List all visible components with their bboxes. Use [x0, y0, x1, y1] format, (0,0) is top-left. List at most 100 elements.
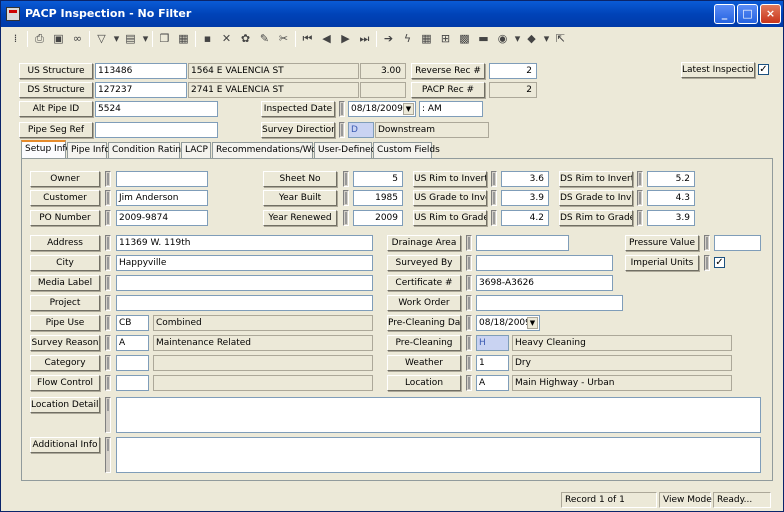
dropdown-arrow-icon[interactable]: ▾	[542, 30, 551, 47]
alt-pipe-id-button[interactable]: Alt Pipe ID	[19, 101, 93, 117]
prev-record-icon[interactable]: ◀	[318, 30, 335, 47]
us-structure-id-field[interactable]: 113486	[95, 63, 187, 79]
next-record-icon[interactable]: ▶	[337, 30, 354, 47]
ds-structure-button[interactable]: DS Structure	[19, 82, 93, 98]
pipe-seg-ref-button[interactable]: Pipe Seg Ref	[19, 122, 93, 138]
globe-icon[interactable]: ◉	[494, 30, 511, 47]
work-order-field[interactable]	[476, 295, 623, 311]
survey-direction-button[interactable]: Survey Direction	[261, 122, 335, 138]
media-label-button[interactable]: Media Label	[30, 275, 100, 291]
tab-condition-ratings[interactable]: Condition Ratings	[108, 142, 192, 158]
copy-icon[interactable]: ❐	[156, 30, 173, 47]
city-field[interactable]: Happyville	[116, 255, 373, 271]
close-button[interactable]: ×	[760, 4, 781, 24]
category-code[interactable]	[116, 355, 149, 371]
us-grade-invert-field[interactable]: 3.9	[501, 190, 549, 206]
video-icon[interactable]: ▬	[475, 30, 492, 47]
ds-rim-grade-field[interactable]: 3.9	[647, 210, 695, 226]
tab-pipe-info[interactable]: Pipe Info	[67, 142, 110, 158]
additional-info-button[interactable]: Additional Info	[30, 437, 100, 453]
dropdown-arrow-icon[interactable]: ▾	[112, 30, 121, 47]
us-rim-grade-field[interactable]: 4.2	[501, 210, 549, 226]
ds-rim-invert-field[interactable]: 5.2	[647, 171, 695, 187]
year-renewed-field[interactable]: 2009	[353, 210, 403, 226]
filter-icon[interactable]: ▽	[93, 30, 110, 47]
location-details-button[interactable]: Location Details	[30, 397, 100, 413]
dropdown-arrow-icon[interactable]: ▾	[141, 30, 150, 47]
project-button[interactable]: Project	[30, 295, 100, 311]
export-icon[interactable]: ⇱	[552, 30, 569, 47]
us-rim-invert-field[interactable]: 3.6	[501, 171, 549, 187]
media-label-field[interactable]	[116, 275, 373, 291]
customer-button[interactable]: Customer	[30, 190, 100, 206]
delete-icon[interactable]: ✕	[218, 30, 235, 47]
weather-code[interactable]: 1	[476, 355, 509, 371]
reverse-rec-button[interactable]: Reverse Rec #	[411, 63, 485, 79]
grid-icon[interactable]: ▦	[418, 30, 435, 47]
dropdown-arrow-icon[interactable]: ▼	[527, 317, 538, 329]
latest-inspection-checkbox[interactable]: ✓	[758, 64, 769, 75]
surveyed-by-button[interactable]: Surveyed By	[387, 255, 461, 271]
dropdown-arrow-icon[interactable]: ▾	[513, 30, 522, 47]
owner-button[interactable]: Owner	[30, 171, 100, 187]
survey-direction-code[interactable]: D	[348, 122, 374, 138]
drainage-area-field[interactable]	[476, 235, 569, 251]
pressure-value-field[interactable]	[714, 235, 761, 251]
pre-cleaning-date-field[interactable]: 08/18/2009 ▼	[476, 315, 540, 331]
image-icon[interactable]: ▩	[456, 30, 473, 47]
structure-icon[interactable]: ⊞	[437, 30, 454, 47]
address-field[interactable]: 11369 W. 119th	[116, 235, 373, 251]
title-bar[interactable]: PACP Inspection - No Filter _ □ ×	[1, 1, 783, 27]
maximize-button[interactable]: □	[737, 4, 758, 24]
preview-icon[interactable]: ▣	[50, 30, 67, 47]
location-button[interactable]: Location	[387, 375, 461, 391]
year-renewed-button[interactable]: Year Renewed	[263, 210, 337, 226]
minimize-button[interactable]: _	[714, 4, 735, 24]
sheet-no-field[interactable]: 5	[353, 171, 403, 187]
pacp-rec-button[interactable]: PACP Rec #	[411, 82, 485, 98]
us-grade-invert-button[interactable]: US Grade to Invert	[413, 190, 487, 206]
customer-field[interactable]: Jim Anderson	[116, 190, 208, 206]
us-structure-button[interactable]: US Structure	[19, 63, 93, 79]
category-button[interactable]: Category	[30, 355, 100, 371]
lightning-icon[interactable]: ϟ	[399, 30, 416, 47]
inspected-date-button[interactable]: Inspected Date	[261, 101, 335, 117]
po-number-button[interactable]: PO Number	[30, 210, 100, 226]
print-icon[interactable]: ⎙	[31, 30, 48, 47]
edit-icon[interactable]: ✎	[256, 30, 273, 47]
location-details-field[interactable]	[116, 397, 761, 433]
ds-rim-invert-button[interactable]: DS Rim to Invert	[559, 171, 633, 187]
weather-button[interactable]: Weather	[387, 355, 461, 371]
location-code[interactable]: A	[476, 375, 509, 391]
additional-info-field[interactable]	[116, 437, 761, 473]
work-order-button[interactable]: Work Order	[387, 295, 461, 311]
survey-reason-button[interactable]: Survey Reason	[30, 335, 100, 351]
tab-setup-info[interactable]: Setup Info	[21, 140, 71, 158]
owner-field[interactable]	[116, 171, 208, 187]
surveyed-by-field[interactable]	[476, 255, 613, 271]
us-rim-grade-button[interactable]: US Rim to Grade	[413, 210, 487, 226]
tab-lacp[interactable]: LACP	[181, 142, 211, 158]
reverse-rec-field[interactable]: 2	[489, 63, 537, 79]
settings-icon[interactable]: ✿	[237, 30, 254, 47]
pipe-use-code[interactable]: CB	[116, 315, 149, 331]
imperial-units-checkbox[interactable]: ✓	[714, 257, 725, 268]
tab-user-defined[interactable]: User-Defined	[314, 142, 376, 158]
imperial-units-button[interactable]: Imperial Units	[625, 255, 699, 271]
year-built-field[interactable]: 1985	[353, 190, 403, 206]
inspected-time-field[interactable]: : AM	[419, 101, 483, 117]
binoculars-icon[interactable]: ∞	[69, 30, 86, 47]
tab-recommendations-work[interactable]: Recommendations/Work	[212, 142, 326, 158]
alt-pipe-id-field[interactable]: 5524	[95, 101, 218, 117]
report-icon[interactable]: ▤	[122, 30, 139, 47]
flow-control-button[interactable]: Flow Control	[30, 375, 100, 391]
ds-grade-invert-button[interactable]: DS Grade to Invert	[559, 190, 633, 206]
drainage-area-button[interactable]: Drainage Area	[387, 235, 461, 251]
ds-structure-id-field[interactable]: 127237	[95, 82, 187, 98]
project-field[interactable]	[116, 295, 373, 311]
save-icon[interactable]: ▪	[199, 30, 216, 47]
pre-cleaning-button[interactable]: Pre-Cleaning	[387, 335, 461, 351]
grip-icon[interactable]: ⁞	[7, 30, 24, 47]
ds-rim-grade-button[interactable]: DS Rim to Grade	[559, 210, 633, 226]
book-icon[interactable]: ◆	[523, 30, 540, 47]
